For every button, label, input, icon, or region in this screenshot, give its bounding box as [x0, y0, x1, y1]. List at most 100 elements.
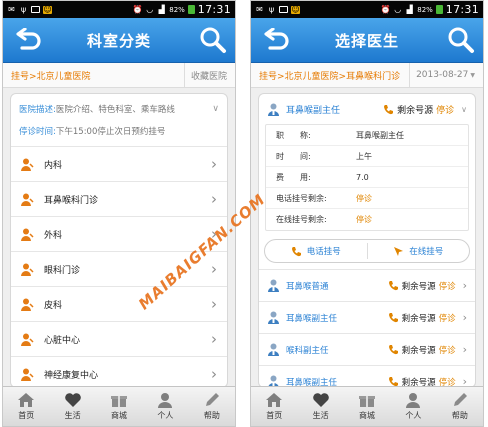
cursor-icon [394, 246, 404, 256]
detail-value: 停诊 [356, 193, 372, 203]
tab-help[interactable]: 帮助 [189, 387, 235, 426]
hospital-description-row[interactable]: 医院描述: 医院介绍、特色科室、乘车路线 ∨ [11, 98, 227, 120]
detail-row: 职 称: 耳鼻喉副主任 [266, 125, 468, 146]
battery-icon [435, 5, 443, 14]
selected-date: 2013-08-27 [416, 70, 469, 80]
back-arrow-icon[interactable] [261, 28, 291, 52]
page-title: 选择医生 [334, 31, 399, 50]
doctor-name: 喉科副主任 [286, 345, 329, 356]
department-item[interactable]: 皮科 › [11, 286, 227, 321]
clock: 17:31 [197, 3, 231, 16]
chevron-right-icon: › [211, 294, 217, 313]
phone-icon [388, 281, 398, 291]
department-item[interactable]: 内科 › [11, 146, 227, 181]
department-name: 外科 [44, 230, 63, 241]
back-arrow-icon[interactable] [13, 28, 43, 52]
title-bar: 选择医生 [251, 18, 483, 63]
battery-percent: 82% [169, 5, 185, 14]
pencil-icon [205, 393, 219, 406]
tab-life[interactable]: 生活 [297, 387, 343, 426]
doctor-icon [21, 158, 34, 171]
doctor-avatar-icon [268, 279, 279, 292]
doctor-icon [21, 228, 34, 241]
status-bar: ✉ ψ ☺ ⏰ ◡ ▟ 82% 17:31 [3, 1, 235, 18]
tab-personal[interactable]: 个人 [390, 387, 436, 426]
status-badge: 停诊 [438, 281, 456, 292]
home-icon [18, 393, 35, 407]
doctor-card: 耳鼻喉副主任 剩余号源 停诊 ∨ 职 称: 耳鼻喉副主任时 间: 上午费 用: 7.0… [258, 93, 476, 388]
date-selector[interactable]: 2013-08-27 ▼ [409, 63, 475, 87]
image-icon [31, 6, 40, 13]
tab-home[interactable]: 首页 [3, 387, 49, 426]
signal-icon: ▟ [406, 4, 413, 14]
department-name: 内科 [44, 160, 63, 171]
department-item[interactable]: 心脏中心 › [11, 321, 227, 356]
search-icon[interactable] [199, 26, 227, 54]
doctor-row[interactable]: 耳鼻喉普通 剩余号源 停诊 › [259, 269, 475, 301]
department-name: 皮科 [44, 300, 63, 311]
usb-icon: ψ [20, 4, 27, 14]
expanded-doctor-header[interactable]: 耳鼻喉副主任 剩余号源 停诊 ∨ [259, 94, 475, 124]
battery-percent: 82% [417, 5, 433, 14]
breadcrumb-bar: 挂号>北京儿童医院>耳鼻喉科门诊 2013-08-27 ▼ [251, 63, 483, 88]
image-icon [279, 6, 288, 13]
department-name: 神经康复中心 [44, 370, 99, 381]
doctor-row[interactable]: 耳鼻喉副主任 剩余号源 停诊 › [259, 301, 475, 333]
doctor-list: 耳鼻喉普通 剩余号源 停诊 › 耳鼻喉副主任 剩余号源 停诊 › 喉科副主任 剩余号源 停诊 › 耳鼻喉… [259, 269, 475, 387]
stop-time-text: 下午15:00停止次日预约挂号 [55, 127, 166, 137]
department-name: 心脏中心 [44, 335, 81, 346]
online-booking-button[interactable]: 在线挂号 [368, 240, 470, 262]
detail-value: 上午 [356, 151, 372, 161]
chevron-right-icon: › [211, 154, 217, 173]
heart-icon [312, 393, 329, 407]
app-notification-icon: ☺ [291, 4, 300, 14]
search-icon[interactable] [447, 26, 475, 54]
gift-icon [111, 396, 128, 407]
status-bar: ✉ ψ ☺ ⏰ ◡ ▟ 82% 17:31 [251, 1, 483, 18]
breadcrumb[interactable]: 挂号>北京儿童医院 [11, 69, 91, 82]
doctor-name: 耳鼻喉副主任 [286, 313, 338, 324]
remaining-label: 剩余号源 [401, 281, 436, 292]
gift-icon [359, 396, 376, 407]
department-name: 眼科门诊 [44, 265, 81, 276]
doctor-avatar-icon [268, 311, 279, 324]
doctor-row[interactable]: 喉科副主任 剩余号源 停诊 › [259, 333, 475, 365]
chevron-right-icon: › [211, 329, 217, 348]
remaining-label: 剩余号源 [401, 313, 436, 324]
department-name: 耳鼻喉科门诊 [44, 195, 99, 206]
tab-mall[interactable]: 商城 [96, 387, 142, 426]
alarm-icon: ⏰ [380, 4, 391, 14]
department-item[interactable]: 神经康复中心 › [11, 356, 227, 387]
title-bar: 科室分类 [3, 18, 235, 63]
chevron-right-icon: › [462, 343, 467, 356]
tab-life[interactable]: 生活 [49, 387, 95, 426]
remaining-label: 剩余号源 [401, 345, 436, 356]
phone-icon [291, 246, 301, 256]
tab-personal[interactable]: 个人 [142, 387, 188, 426]
tab-mall[interactable]: 商城 [344, 387, 390, 426]
doctor-icon [21, 193, 34, 206]
wifi-icon: ◡ [394, 4, 402, 14]
doctor-icon [21, 263, 34, 276]
page-title: 科室分类 [86, 31, 151, 50]
detail-value: 耳鼻喉副主任 [356, 130, 404, 140]
doctor-row[interactable]: 耳鼻喉副主任 剩余号源 停诊 › [259, 365, 475, 387]
doctor-name: 耳鼻喉副主任 [286, 105, 341, 116]
description-label: 医院描述: [19, 105, 56, 115]
doctor-avatar-icon [268, 103, 279, 116]
tab-help[interactable]: 帮助 [437, 387, 483, 426]
detail-key: 电话挂号剩余: [276, 193, 327, 203]
favorite-hospital-button[interactable]: 收藏医院 [183, 63, 227, 87]
chevron-right-icon: › [211, 259, 217, 278]
phone-icon [384, 104, 394, 114]
phone-booking-button[interactable]: 电话挂号 [265, 240, 367, 262]
phone-icon [388, 345, 398, 355]
detail-row: 电话挂号剩余: 停诊 [266, 188, 468, 209]
tab-home[interactable]: 首页 [251, 387, 297, 426]
signal-icon: ▟ [158, 4, 165, 14]
stop-time-row: 停诊时间: 下午15:00停止次日预约挂号 [11, 120, 227, 142]
department-item[interactable]: 耳鼻喉科门诊 › [11, 181, 227, 216]
chevron-down-icon: ∨ [212, 104, 219, 114]
pencil-icon [453, 393, 467, 406]
breadcrumb[interactable]: 挂号>北京儿童医院>耳鼻喉科门诊 [259, 69, 400, 82]
